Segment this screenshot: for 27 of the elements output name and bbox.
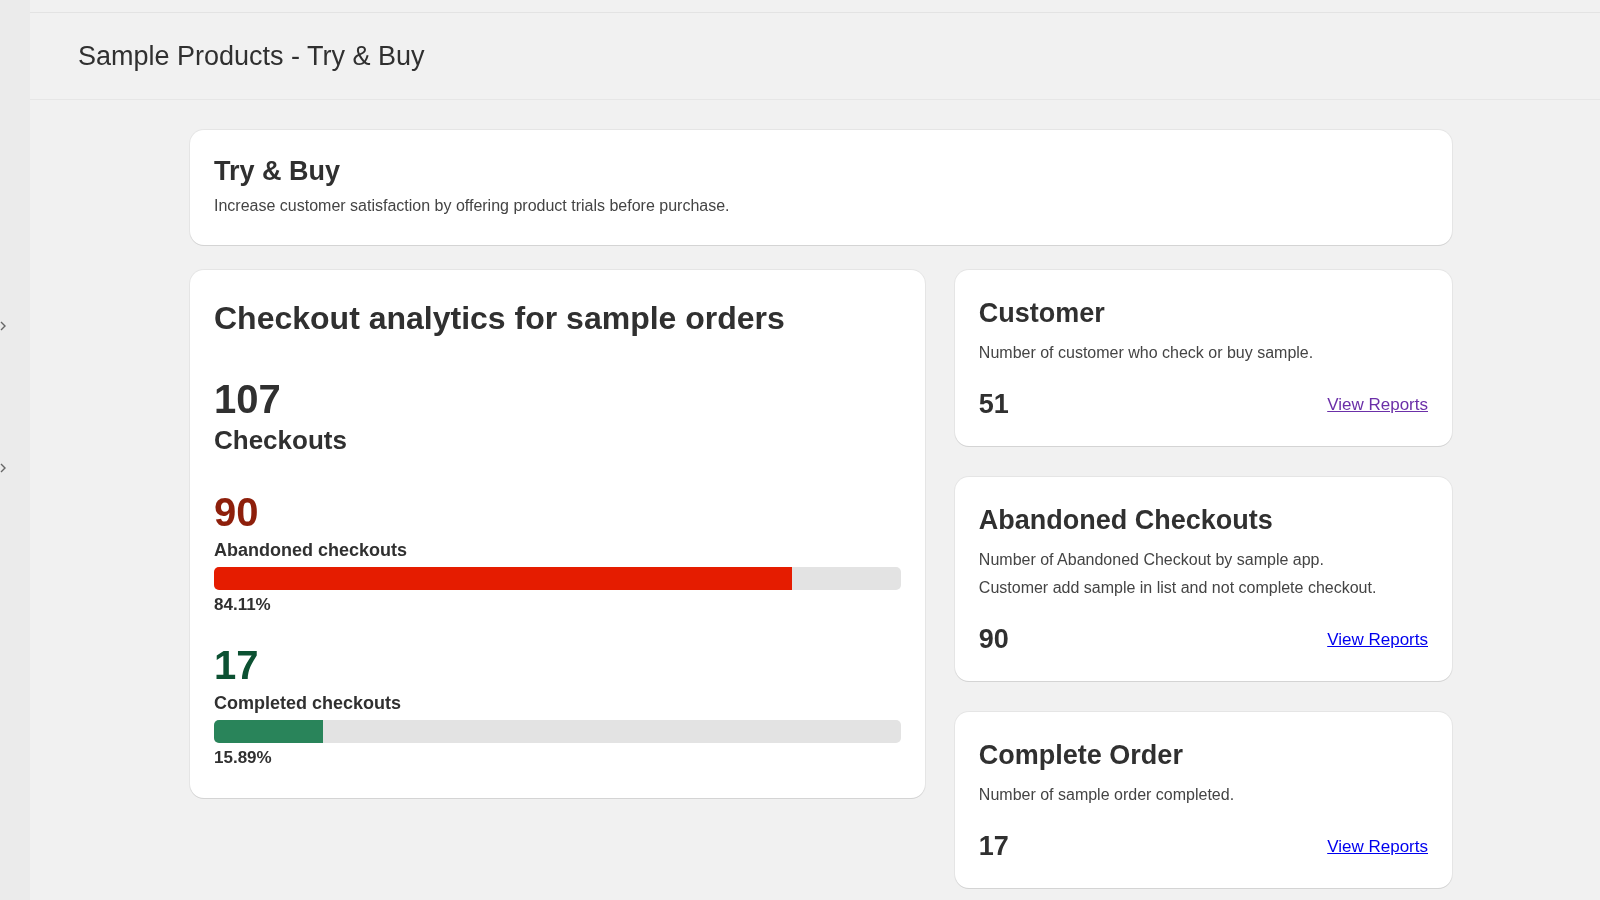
card-description: Customer add sample in list and not complete checkout. bbox=[978, 578, 1378, 598]
metric-label: Completed checkouts bbox=[214, 693, 403, 714]
view-reports-link[interactable]: View Reports bbox=[1327, 629, 1428, 650]
stat-value: 17 bbox=[978, 831, 1009, 862]
card-description: Number of sample order completed. bbox=[978, 785, 1236, 805]
percent-text: 15.89% bbox=[214, 748, 273, 768]
total-value: 107 bbox=[214, 377, 282, 421]
card-description: Increase customer satisfaction by offering product trials before purchase. bbox=[214, 197, 731, 215]
card-description: Number of Abandoned Checkout by sample app. bbox=[978, 550, 1325, 570]
card-title: Abandoned Checkouts bbox=[978, 505, 1274, 536]
page-title: Sample Products - Try & Buy bbox=[78, 40, 425, 72]
card-title: Try & Buy bbox=[214, 156, 342, 187]
stat-value: 90 bbox=[978, 624, 1009, 655]
chevron-icon[interactable] bbox=[0, 321, 6, 331]
view-reports-link[interactable]: View Reports bbox=[1327, 836, 1428, 857]
total-label: Checkouts bbox=[214, 425, 348, 456]
metric-value: 17 bbox=[214, 643, 260, 687]
chevron-icon[interactable] bbox=[0, 463, 6, 473]
analytics-title: Checkout analytics for sample orders bbox=[214, 300, 786, 337]
stat-value: 51 bbox=[978, 389, 1009, 420]
view-reports-link[interactable]: View Reports bbox=[1327, 394, 1428, 415]
card-description: Number of customer who check or buy sample. bbox=[978, 343, 1315, 363]
metric-label: Abandoned checkouts bbox=[214, 540, 409, 561]
metric-value: 90 bbox=[214, 490, 260, 534]
card-title: Customer bbox=[978, 298, 1106, 329]
card-title: Complete Order bbox=[978, 740, 1184, 771]
percent-text: 84.11% bbox=[214, 595, 272, 615]
